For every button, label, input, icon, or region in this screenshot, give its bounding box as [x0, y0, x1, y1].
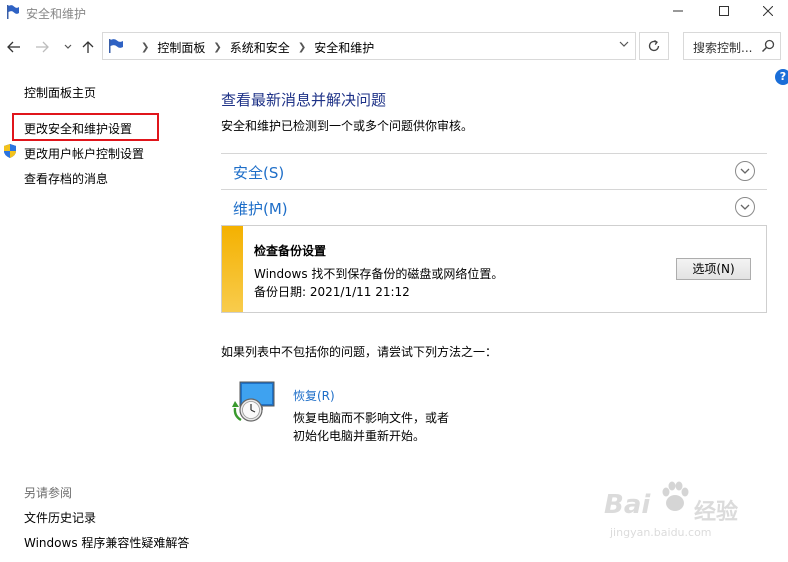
chevron-down-icon: [740, 204, 750, 210]
recovery-description-1: 恢复电脑而不影响文件，或者: [293, 411, 450, 425]
window-title: 安全和维护: [26, 7, 87, 21]
search-placeholder: 搜索控制...: [693, 41, 753, 55]
compatibility-troubleshooter-link[interactable]: Windows 程序兼容性疑难解答: [24, 534, 189, 551]
page-title: 查看最新消息并解决问题: [221, 91, 387, 109]
forward-button[interactable]: [33, 38, 51, 56]
paw-logo-icon: [662, 481, 689, 511]
up-button[interactable]: [79, 38, 97, 56]
maximize-button[interactable]: [702, 0, 746, 22]
address-bar[interactable]: ❯ 控制面板 ❯ 系统和安全 ❯ 安全和维护: [102, 32, 636, 60]
expand-maintenance-button[interactable]: [735, 197, 755, 217]
warning-severity-bar: [222, 226, 243, 312]
help-icon[interactable]: ?: [775, 69, 788, 85]
search-box[interactable]: 搜索控制...: [683, 32, 781, 60]
divider: [221, 189, 767, 190]
file-history-link[interactable]: 文件历史记录: [24, 509, 96, 526]
view-archived-messages-link[interactable]: 查看存档的消息: [24, 170, 108, 187]
maximize-icon: [719, 6, 729, 16]
options-button[interactable]: 选项(N): [676, 258, 751, 280]
message-title: 检查备份设置: [254, 244, 327, 258]
backup-message-card: 检查备份设置 Windows 找不到保存备份的磁盘或网络位置。 备份日期: 20…: [221, 225, 767, 313]
control-panel-window: 安全和维护 ❯ 控制面板 ❯ 系统和安全 ❯ 安全和维护 搜索控制... ? 控…: [0, 0, 788, 562]
change-uac-settings-link[interactable]: 更改用户帐户控制设置: [24, 145, 144, 162]
recovery-link[interactable]: 恢复(R): [293, 387, 335, 404]
chevron-down-icon: [740, 168, 750, 174]
security-section-header[interactable]: 安全(S): [233, 162, 284, 183]
flag-icon: [7, 5, 19, 19]
control-panel-home-link[interactable]: 控制面板主页: [24, 84, 96, 101]
recovery-description-2: 初始化电脑并重新开始。: [293, 429, 426, 443]
refresh-button[interactable]: [639, 32, 669, 60]
message-date: 备份日期: 2021/1/11 21:12: [254, 285, 410, 299]
breadcrumb-separator-icon: ❯: [141, 42, 150, 53]
expand-security-button[interactable]: [735, 161, 755, 181]
refresh-icon: [648, 39, 660, 52]
message-text: Windows 找不到保存备份的磁盘或网络位置。: [254, 267, 504, 281]
arrow-right-icon: [36, 41, 49, 53]
breadcrumb: ❯ 控制面板 ❯ 系统和安全 ❯ 安全和维护: [133, 39, 374, 56]
watermark-brand: Bai: [604, 490, 651, 520]
breadcrumb-system-security[interactable]: 系统和安全: [230, 39, 290, 56]
arrow-left-icon: [7, 41, 20, 53]
breadcrumb-control-panel[interactable]: 控制面板: [157, 39, 205, 56]
arrow-up-icon: [82, 41, 94, 53]
breadcrumb-security-maintenance[interactable]: 安全和维护: [314, 39, 374, 56]
try-instructions: 如果列表中不包括你的问题，请尝试下列方法之一：: [221, 345, 498, 359]
see-also-heading: 另请参阅: [24, 486, 73, 500]
watermark-brand-cn: 经验: [694, 500, 739, 525]
change-security-settings-link[interactable]: 更改安全和维护设置: [24, 120, 132, 137]
recent-locations-button[interactable]: [59, 38, 77, 56]
page-subtitle: 安全和维护已检测到一个或多个问题供你审核。: [221, 119, 474, 133]
baidu-watermark: Bai 经验 jingyan.baidu.com: [604, 480, 782, 544]
breadcrumb-separator-icon[interactable]: ❯: [298, 42, 306, 53]
search-icon[interactable]: [761, 39, 775, 53]
uac-shield-icon: [4, 144, 16, 158]
maintenance-section-header[interactable]: 维护(M): [233, 198, 288, 219]
back-button[interactable]: [5, 38, 23, 56]
title-bar: 安全和维护: [0, 0, 788, 26]
close-button[interactable]: [746, 0, 788, 22]
flag-icon: [109, 39, 123, 53]
recovery-icon: [232, 381, 275, 422]
minimize-icon: [673, 10, 683, 12]
watermark-url: jingyan.baidu.com: [610, 526, 712, 539]
address-dropdown-icon[interactable]: [619, 41, 629, 49]
chevron-down-icon: [64, 44, 72, 49]
close-icon: [763, 6, 773, 16]
minimize-button[interactable]: [656, 0, 700, 22]
breadcrumb-separator-icon[interactable]: ❯: [213, 42, 221, 53]
divider: [221, 153, 767, 154]
